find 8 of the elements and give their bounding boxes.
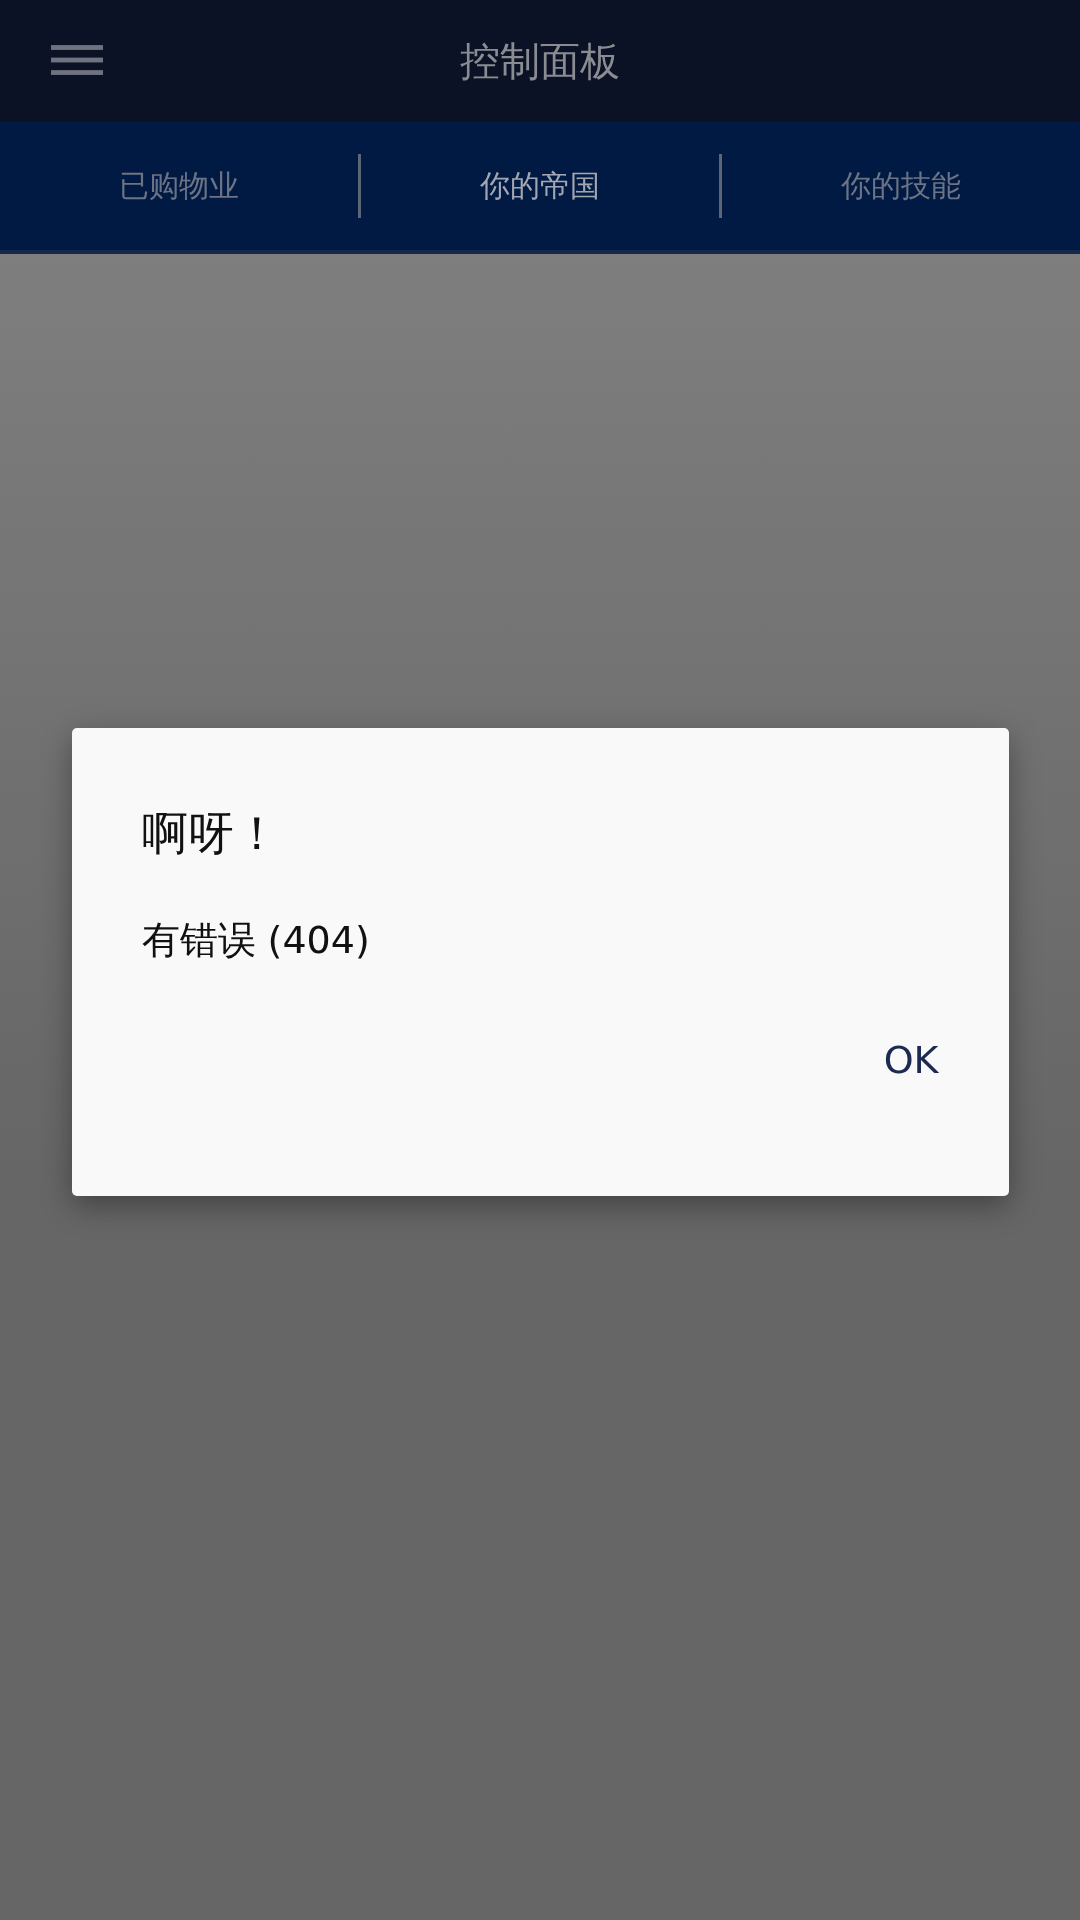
dialog-message: 有错误 (404) — [141, 917, 371, 964]
screen-title: 控制面板 — [460, 36, 620, 86]
tab[interactable]: 你的帝国 — [361, 145, 719, 227]
ok-button[interactable]: OK — [857, 1024, 965, 1096]
tab[interactable]: 已购物业 — [0, 145, 358, 227]
menu-icon[interactable] — [51, 45, 103, 76]
tab[interactable]: 你的技能 — [722, 145, 1080, 227]
dialog-title: 啊呀！ — [141, 805, 281, 862]
